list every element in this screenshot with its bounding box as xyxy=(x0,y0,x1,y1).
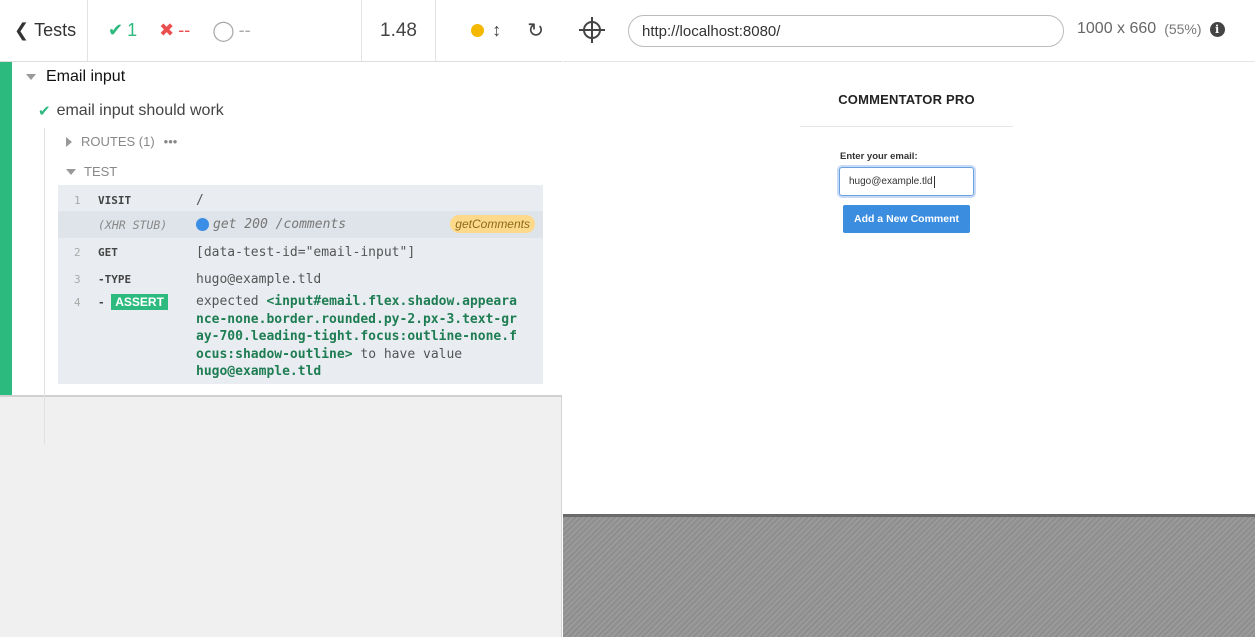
collapse-triangle-icon xyxy=(26,74,36,80)
reload-icon[interactable]: ↻ xyxy=(527,18,544,43)
aut-header: http://localhost:8080/ 1000 x 660 (55%) … xyxy=(563,0,1255,62)
scroll-arrows-icon: ↕ xyxy=(492,20,502,40)
reporter-header: ❮ Tests ✔ 1 ✖ -- ◯ -- 1.48 ↕ ↻ xyxy=(0,0,562,62)
chevron-left-icon: ❮ xyxy=(14,20,30,40)
back-label: Tests xyxy=(34,20,77,40)
command-row-xhr-stub[interactable]: (XHR STUB) get 200 /comments getComments xyxy=(58,211,543,238)
duration: 1.48 xyxy=(362,0,436,61)
viewport-background xyxy=(563,514,1255,637)
runner-controls: ↕ ↻ xyxy=(436,0,562,61)
pending-count: ◯ -- xyxy=(212,20,251,42)
expand-triangle-icon xyxy=(66,136,72,147)
url-field[interactable]: http://localhost:8080/ xyxy=(628,15,1064,47)
routes-toggle[interactable]: ROUTES (1) ••• xyxy=(66,134,177,149)
test-header[interactable]: ✔ email input should work xyxy=(38,102,224,120)
viewport-size: 1000 x 660 xyxy=(1077,20,1157,37)
info-icon[interactable]: i xyxy=(1209,21,1225,37)
assert-badge: ASSERT xyxy=(111,294,168,310)
email-label: Enter your email: xyxy=(840,151,918,162)
command-row[interactable]: 2 GET [data-test-id="email-input"] xyxy=(58,241,543,263)
routes-label: ROUTES (1) xyxy=(81,134,155,149)
auto-scroll-toggle[interactable]: ↕ xyxy=(471,20,501,41)
command-log: Email input ✔ email input should work RO… xyxy=(0,62,562,444)
reporter-panel: ❮ Tests ✔ 1 ✖ -- ◯ -- 1.48 ↕ ↻ Email inp… xyxy=(0,0,562,637)
viewport-info: 1000 x 660 (55%) i xyxy=(1077,20,1225,38)
assert-message: expected <input#email.flex.shadow.appear… xyxy=(196,294,517,379)
cross-icon: ✖ xyxy=(159,20,175,40)
failed-count: ✖ -- xyxy=(159,20,191,40)
command-row[interactable]: 1 VISIT / xyxy=(58,189,543,211)
aut-iframe: COMMENTATOR PRO Enter your email: hugo@e… xyxy=(563,62,1255,514)
command-list: 1 VISIT / (XHR STUB) get 200 /comments g… xyxy=(58,185,543,384)
test-title: email input should work xyxy=(56,102,224,119)
indent-guide xyxy=(44,128,45,444)
alias-badge: getComments xyxy=(450,215,535,233)
command-row-assert[interactable]: 4 - ASSERT expected <input#email.flex.sh… xyxy=(58,293,543,381)
suite-title: Email input xyxy=(46,68,126,85)
test-section-label: TEST xyxy=(84,164,118,179)
running-status-dot-icon xyxy=(471,24,485,37)
email-input[interactable]: hugo@example.tld xyxy=(839,167,974,196)
more-icon: ••• xyxy=(163,134,178,149)
text-caret xyxy=(933,175,935,188)
add-comment-button[interactable]: Add a New Comment xyxy=(843,205,970,233)
viewport-scale: (55%) xyxy=(1164,21,1202,37)
selector-playground-crosshair-icon[interactable] xyxy=(579,17,605,43)
passed-count: ✔ 1 xyxy=(108,20,138,40)
back-to-tests-button[interactable]: ❮ Tests xyxy=(0,0,88,61)
xhr-message: get 200 /comments xyxy=(213,217,347,232)
aut-panel: http://localhost:8080/ 1000 x 660 (55%) … xyxy=(563,0,1255,637)
xhr-status-dot-icon xyxy=(196,218,209,231)
collapse-triangle-icon xyxy=(66,168,76,175)
app-title: COMMENTATOR PRO xyxy=(838,92,975,107)
command-row[interactable]: 3 -TYPE hugo@example.tld xyxy=(58,268,543,290)
check-icon: ✔ xyxy=(38,103,51,120)
divider xyxy=(800,126,1013,127)
pending-circle-icon: ◯ xyxy=(212,20,235,42)
check-icon: ✔ xyxy=(108,20,124,40)
suite-header[interactable]: Email input xyxy=(26,68,125,86)
test-section-toggle[interactable]: TEST xyxy=(66,164,117,179)
suite-status-bar xyxy=(0,62,12,395)
test-stats: ✔ 1 ✖ -- ◯ -- xyxy=(88,0,362,61)
